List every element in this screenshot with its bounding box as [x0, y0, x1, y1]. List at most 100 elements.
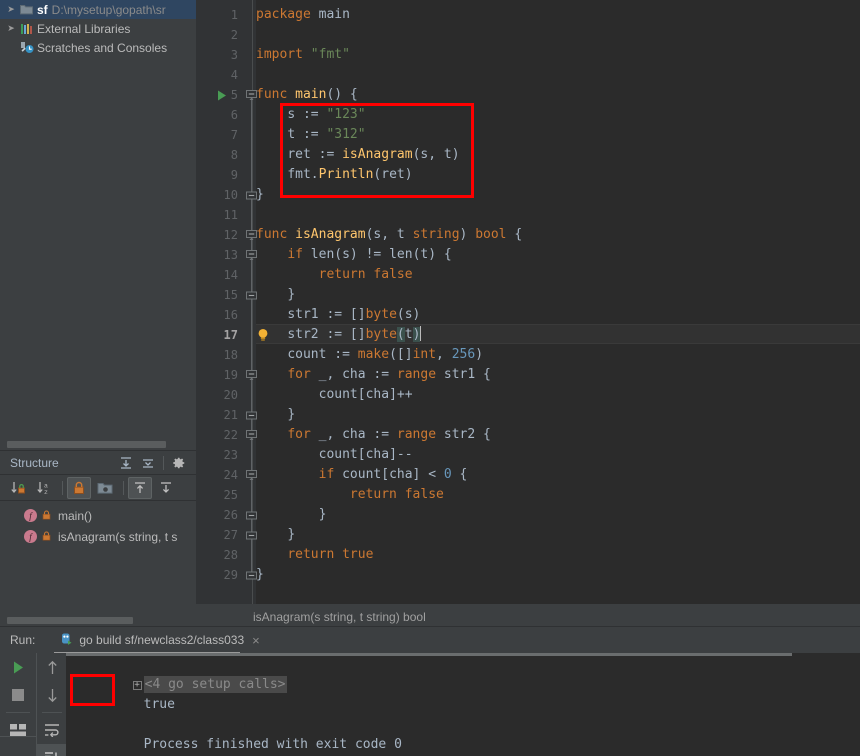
line-number[interactable]: 17	[196, 325, 238, 345]
fold-marker-icon[interactable]	[245, 465, 258, 485]
line-number[interactable]: 13	[196, 245, 238, 265]
line-number[interactable]: 26	[196, 505, 238, 525]
code-line[interactable]: }	[256, 505, 860, 525]
line-number[interactable]: 1	[196, 5, 238, 25]
line-number[interactable]: 6	[196, 105, 238, 125]
code-line[interactable]: return true	[256, 545, 860, 565]
structure-item-isanagram[interactable]: f isAnagram(s string, t s	[0, 526, 196, 547]
code-line[interactable]: count := make([]int, 256)	[256, 345, 860, 365]
fold-marker-icon[interactable]	[245, 425, 258, 445]
structure-horizontal-scrollbar[interactable]	[0, 614, 196, 626]
code-line[interactable]: }	[256, 565, 860, 585]
show-imported-icon[interactable]	[154, 477, 178, 499]
code-line[interactable]	[256, 65, 860, 85]
line-number[interactable]: 27	[196, 525, 238, 545]
line-number[interactable]: 19	[196, 365, 238, 385]
scroll-to-end-button[interactable]	[37, 744, 67, 756]
code-line[interactable]: str2 := []byte(t)	[256, 325, 860, 345]
run-console[interactable]: + <4 go setup calls> true Process finishe…	[66, 653, 860, 756]
line-number[interactable]: 2	[196, 25, 238, 45]
line-number[interactable]: 20	[196, 385, 238, 405]
fold-marker-icon[interactable]	[245, 525, 258, 545]
code-line[interactable]: for _, cha := range str2 {	[256, 425, 860, 445]
line-number[interactable]: 21	[196, 405, 238, 425]
code-line[interactable]: if len(s) != len(t) {	[256, 245, 860, 265]
line-number[interactable]: 11	[196, 205, 238, 225]
code-line[interactable]: return false	[256, 485, 860, 505]
fold-marker-icon[interactable]	[245, 85, 258, 105]
code-line[interactable]: import "fmt"	[256, 45, 860, 65]
line-number[interactable]: 4	[196, 65, 238, 85]
fold-marker-icon[interactable]	[245, 505, 258, 525]
scrollbar-thumb[interactable]	[7, 617, 133, 624]
project-tree-panel[interactable]: ➤ sf D:\mysetup\gopath\sr ➤ External Libr…	[0, 0, 196, 438]
fold-marker-icon[interactable]	[245, 245, 258, 265]
line-number[interactable]: 7	[196, 125, 238, 145]
project-tree-horizontal-scrollbar[interactable]	[0, 438, 196, 450]
code-line[interactable]: count[cha]--	[256, 445, 860, 465]
fold-marker-icon[interactable]	[245, 365, 258, 385]
line-number[interactable]: 18	[196, 345, 238, 365]
code-line[interactable]: func isAnagram(s, t string) bool {	[256, 225, 860, 245]
line-number[interactable]: 16	[196, 305, 238, 325]
fold-marker-icon[interactable]	[245, 225, 258, 245]
expand-all-icon[interactable]	[115, 453, 137, 473]
structure-item-main[interactable]: f main()	[0, 505, 196, 526]
chevron-right-icon[interactable]: ➤	[4, 5, 18, 14]
scrollbar-thumb[interactable]	[7, 441, 166, 448]
group-by-file-icon[interactable]	[93, 477, 117, 499]
line-number[interactable]: 28	[196, 545, 238, 565]
line-number[interactable]: 12	[196, 225, 238, 245]
chevron-right-icon[interactable]: ➤	[4, 24, 18, 33]
stop-button[interactable]	[0, 681, 36, 709]
code-line[interactable]: }	[256, 285, 860, 305]
sort-by-visibility-icon[interactable]	[6, 477, 30, 499]
code-line[interactable]: }	[256, 185, 860, 205]
line-number[interactable]: 15	[196, 285, 238, 305]
show-inherited-icon[interactable]	[128, 476, 152, 499]
tree-item-sf[interactable]: ➤ sf D:\mysetup\gopath\sr	[0, 0, 196, 19]
up-stack-button[interactable]	[37, 653, 67, 681]
run-gutter-icon[interactable]	[215, 85, 229, 105]
code-line[interactable]: for _, cha := range str1 {	[256, 365, 860, 385]
close-icon[interactable]: ×	[252, 633, 260, 648]
code-line[interactable]	[256, 205, 860, 225]
code-text-area[interactable]: package main import "fmt" func main() { s …	[256, 0, 860, 604]
console-horizontal-scrollbar[interactable]	[66, 653, 860, 657]
code-line[interactable]: if count[cha] < 0 {	[256, 465, 860, 485]
run-tab[interactable]: go build sf/newclass2/class033 ×	[53, 628, 265, 652]
tree-item-external-libraries[interactable]: ➤ External Libraries	[0, 19, 196, 38]
line-number[interactable]: 8	[196, 145, 238, 165]
gear-icon[interactable]	[168, 453, 190, 473]
code-line[interactable]: s := "123"	[256, 105, 860, 125]
scrollbar-thumb[interactable]	[66, 653, 792, 656]
code-line[interactable]: package main	[256, 5, 860, 25]
line-number[interactable]: 22	[196, 425, 238, 445]
rerun-button[interactable]	[0, 653, 36, 681]
code-line[interactable]: t := "312"	[256, 125, 860, 145]
line-number[interactable]: 14	[196, 265, 238, 285]
line-number[interactable]: 23	[196, 445, 238, 465]
fold-marker-icon[interactable]	[245, 185, 258, 205]
code-editor[interactable]: 1 2 3 4 5 6 7 8 9 10 11 12 13 14 15 16 17 18 19 20 21 22 23 24 2…	[196, 0, 860, 604]
tree-item-scratches[interactable]: Scratches and Consoles	[0, 38, 196, 57]
code-line[interactable]: count[cha]++	[256, 385, 860, 405]
fold-marker-icon[interactable]	[245, 285, 258, 305]
code-line[interactable]: }	[256, 525, 860, 545]
soft-wrap-button[interactable]	[37, 716, 67, 744]
line-number[interactable]: 25	[196, 485, 238, 505]
code-line[interactable]: }	[256, 405, 860, 425]
down-stack-button[interactable]	[37, 681, 67, 709]
show-non-public-icon[interactable]	[67, 476, 91, 499]
code-line[interactable]	[256, 25, 860, 45]
line-number[interactable]: 29	[196, 565, 238, 585]
line-number[interactable]: 3	[196, 45, 238, 65]
code-line[interactable]: str1 := []byte(s)	[256, 305, 860, 325]
fold-marker-icon[interactable]	[245, 405, 258, 425]
code-line[interactable]: return false	[256, 265, 860, 285]
line-number[interactable]: 9	[196, 165, 238, 185]
code-line[interactable]: func main() {	[256, 85, 860, 105]
line-number[interactable]: 24	[196, 465, 238, 485]
collapse-all-icon[interactable]	[137, 453, 159, 473]
console-folded-line[interactable]: + <4 go setup calls>	[70, 655, 287, 693]
